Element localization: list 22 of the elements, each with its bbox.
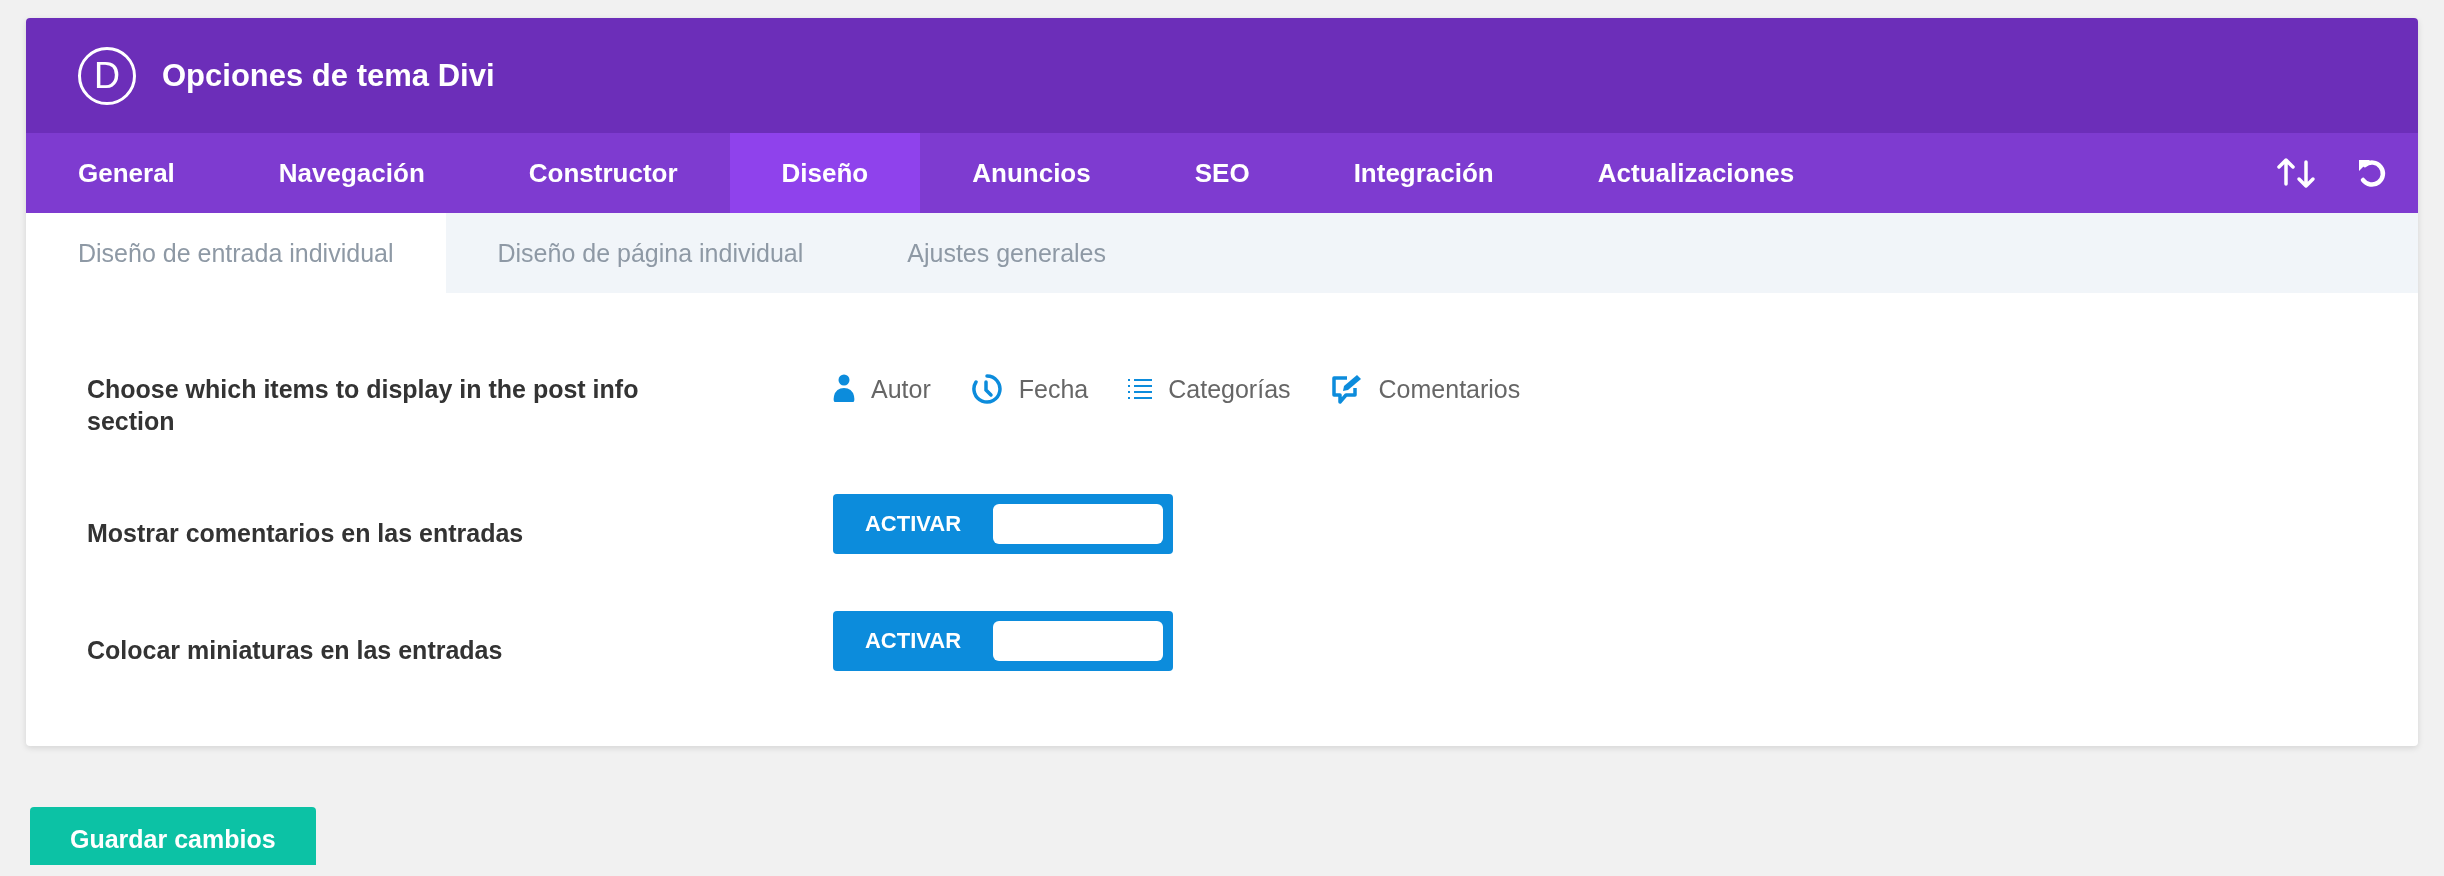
nav-tab[interactable]: Actualizaciones [1545,133,1847,213]
checklist-option[interactable]: Categorías [1168,374,1291,404]
logo: D [78,46,136,105]
nav-tab[interactable]: Diseño [729,133,921,213]
window-title: Opciones de tema Divi [162,57,495,94]
nav-tab[interactable]: Anuncios [920,133,1143,213]
setting-label: Choose which items to display in the post info section [87,374,640,437]
subtab[interactable]: Diseño de entrada individual [26,213,446,293]
setting-label: Colocar miniaturas en las entradas [87,635,504,666]
nav-tab[interactable]: Navegación [226,133,477,213]
nav-tab[interactable]: SEO [1142,133,1302,213]
sort-arrows-icon[interactable] [2276,156,2316,190]
undo-icon[interactable] [2356,157,2388,189]
toggle-switch[interactable]: ACTIVAR [833,611,1173,671]
setting-label: Mostrar comentarios en las entradas [87,518,525,549]
nav-tab[interactable]: Constructor [476,133,730,213]
nav-tab[interactable]: General [26,133,227,213]
toggle-switch[interactable]: ACTIVAR [833,494,1173,554]
checklist-option[interactable]: Comentarios [1378,374,1521,404]
nav-tab[interactable]: Integración [1301,133,1546,213]
checklist-option[interactable]: Autor [871,374,931,404]
checklist-option[interactable]: Fecha [1018,374,1089,404]
